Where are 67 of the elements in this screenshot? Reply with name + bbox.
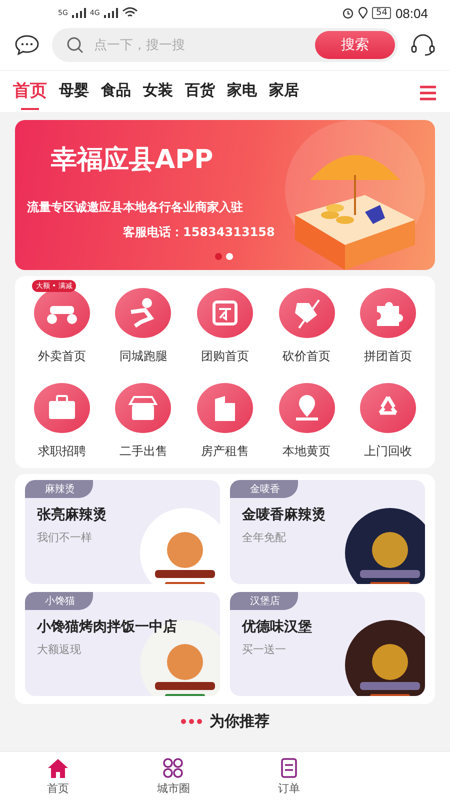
store-card[interactable]: 金唛香 金唛香麻辣烫 全年免配: [230, 480, 425, 584]
promo-banner[interactable]: 幸福应县APP 流量专区诚邀应县本地各行各业商家入驻 客服电话：15834313158: [15, 120, 435, 270]
service-icon: [115, 383, 172, 433]
nav-item[interactable]: 订单: [231, 752, 346, 800]
category-tab[interactable]: 家居: [264, 77, 304, 108]
service-item[interactable]: 二手出售: [102, 375, 184, 460]
category-tab[interactable]: 食品: [96, 77, 136, 108]
service-icon: [196, 383, 253, 433]
headset-icon[interactable]: [410, 33, 436, 57]
store-card[interactable]: 麻辣烫 张亮麻辣烫 我们不一样: [25, 480, 220, 584]
service-item[interactable]: 房产租售: [184, 375, 266, 460]
store-name: 小馋猫烤肉拌饭一中店: [37, 618, 177, 636]
banner-phone: 客服电话：15834313158: [123, 224, 275, 241]
service-icon: [196, 288, 253, 338]
carousel-dot[interactable]: [215, 253, 222, 260]
store-slogan: 我们不一样: [37, 530, 92, 545]
service-item[interactable]: 同城跑腿: [102, 280, 184, 365]
battery-level: 54: [372, 7, 392, 19]
signal-icon: [72, 8, 86, 18]
search-icon: [66, 36, 84, 54]
store-card[interactable]: 汉堡店 优德味汉堡 买一送一: [230, 592, 425, 696]
store-slogan: 买一送一: [242, 642, 286, 657]
service-icon: [360, 383, 416, 433]
nav-item[interactable]: 城市圈: [116, 752, 231, 800]
service-item[interactable]: 求职招聘: [21, 375, 103, 460]
category-tab[interactable]: 母婴: [54, 77, 94, 108]
home-icon: [46, 756, 70, 778]
service-icon: [278, 383, 335, 433]
service-item[interactable]: 上门回收: [347, 375, 429, 460]
chat-icon[interactable]: [14, 34, 40, 56]
service-icon: [115, 288, 172, 338]
carousel-dot[interactable]: [226, 253, 233, 260]
store-slogan: 大额返现: [37, 642, 81, 657]
store-tag: 金唛香: [230, 480, 298, 498]
banner-title: 幸福应县APP: [51, 144, 214, 177]
wifi-icon: [122, 7, 138, 19]
service-icon: [278, 288, 335, 338]
category-tab[interactable]: 首页: [8, 75, 52, 110]
service-icon: [34, 383, 90, 433]
store-name: 优德味汉堡: [242, 618, 312, 636]
banner-subtitle: 流量专区诚邀应县本地各行各业商家入驻: [27, 199, 244, 216]
store-name: 张亮麻辣烫: [37, 506, 107, 524]
nav-item[interactable]: 首页: [0, 752, 116, 800]
category-tab[interactable]: 百货: [180, 77, 220, 108]
category-tab[interactable]: 家电: [222, 77, 262, 108]
grid-icon: [161, 756, 186, 778]
store-tag: 小馋猫: [25, 592, 93, 610]
store-tag: 麻辣烫: [25, 480, 93, 498]
service-item[interactable]: 砍价首页: [266, 280, 348, 365]
service-item[interactable]: 拼团首页: [347, 280, 429, 365]
service-icon: [34, 288, 90, 338]
store-name: 金唛香麻辣烫: [242, 506, 326, 524]
service-item[interactable]: 团购首页: [184, 280, 266, 365]
service-icon: [360, 288, 416, 338]
alarm-icon: [342, 7, 354, 19]
store-tag: 汉堡店: [230, 592, 298, 610]
signal-icon: [104, 8, 118, 18]
store-slogan: 全年免配: [242, 530, 286, 545]
location-icon: [358, 7, 368, 19]
search-field[interactable]: 点一下，搜一搜 搜索: [52, 28, 398, 62]
category-tab[interactable]: 女装: [138, 77, 178, 108]
store-card[interactable]: 小馋猫 小馋猫烤肉拌饭一中店 大额返现: [25, 592, 220, 696]
clock-time: 08:04: [395, 6, 428, 20]
service-item[interactable]: 本地黄页: [266, 375, 348, 460]
menu-icon[interactable]: [418, 84, 438, 100]
section-title: 为你推荐: [210, 712, 270, 731]
search-button[interactable]: 搜索: [315, 31, 395, 59]
